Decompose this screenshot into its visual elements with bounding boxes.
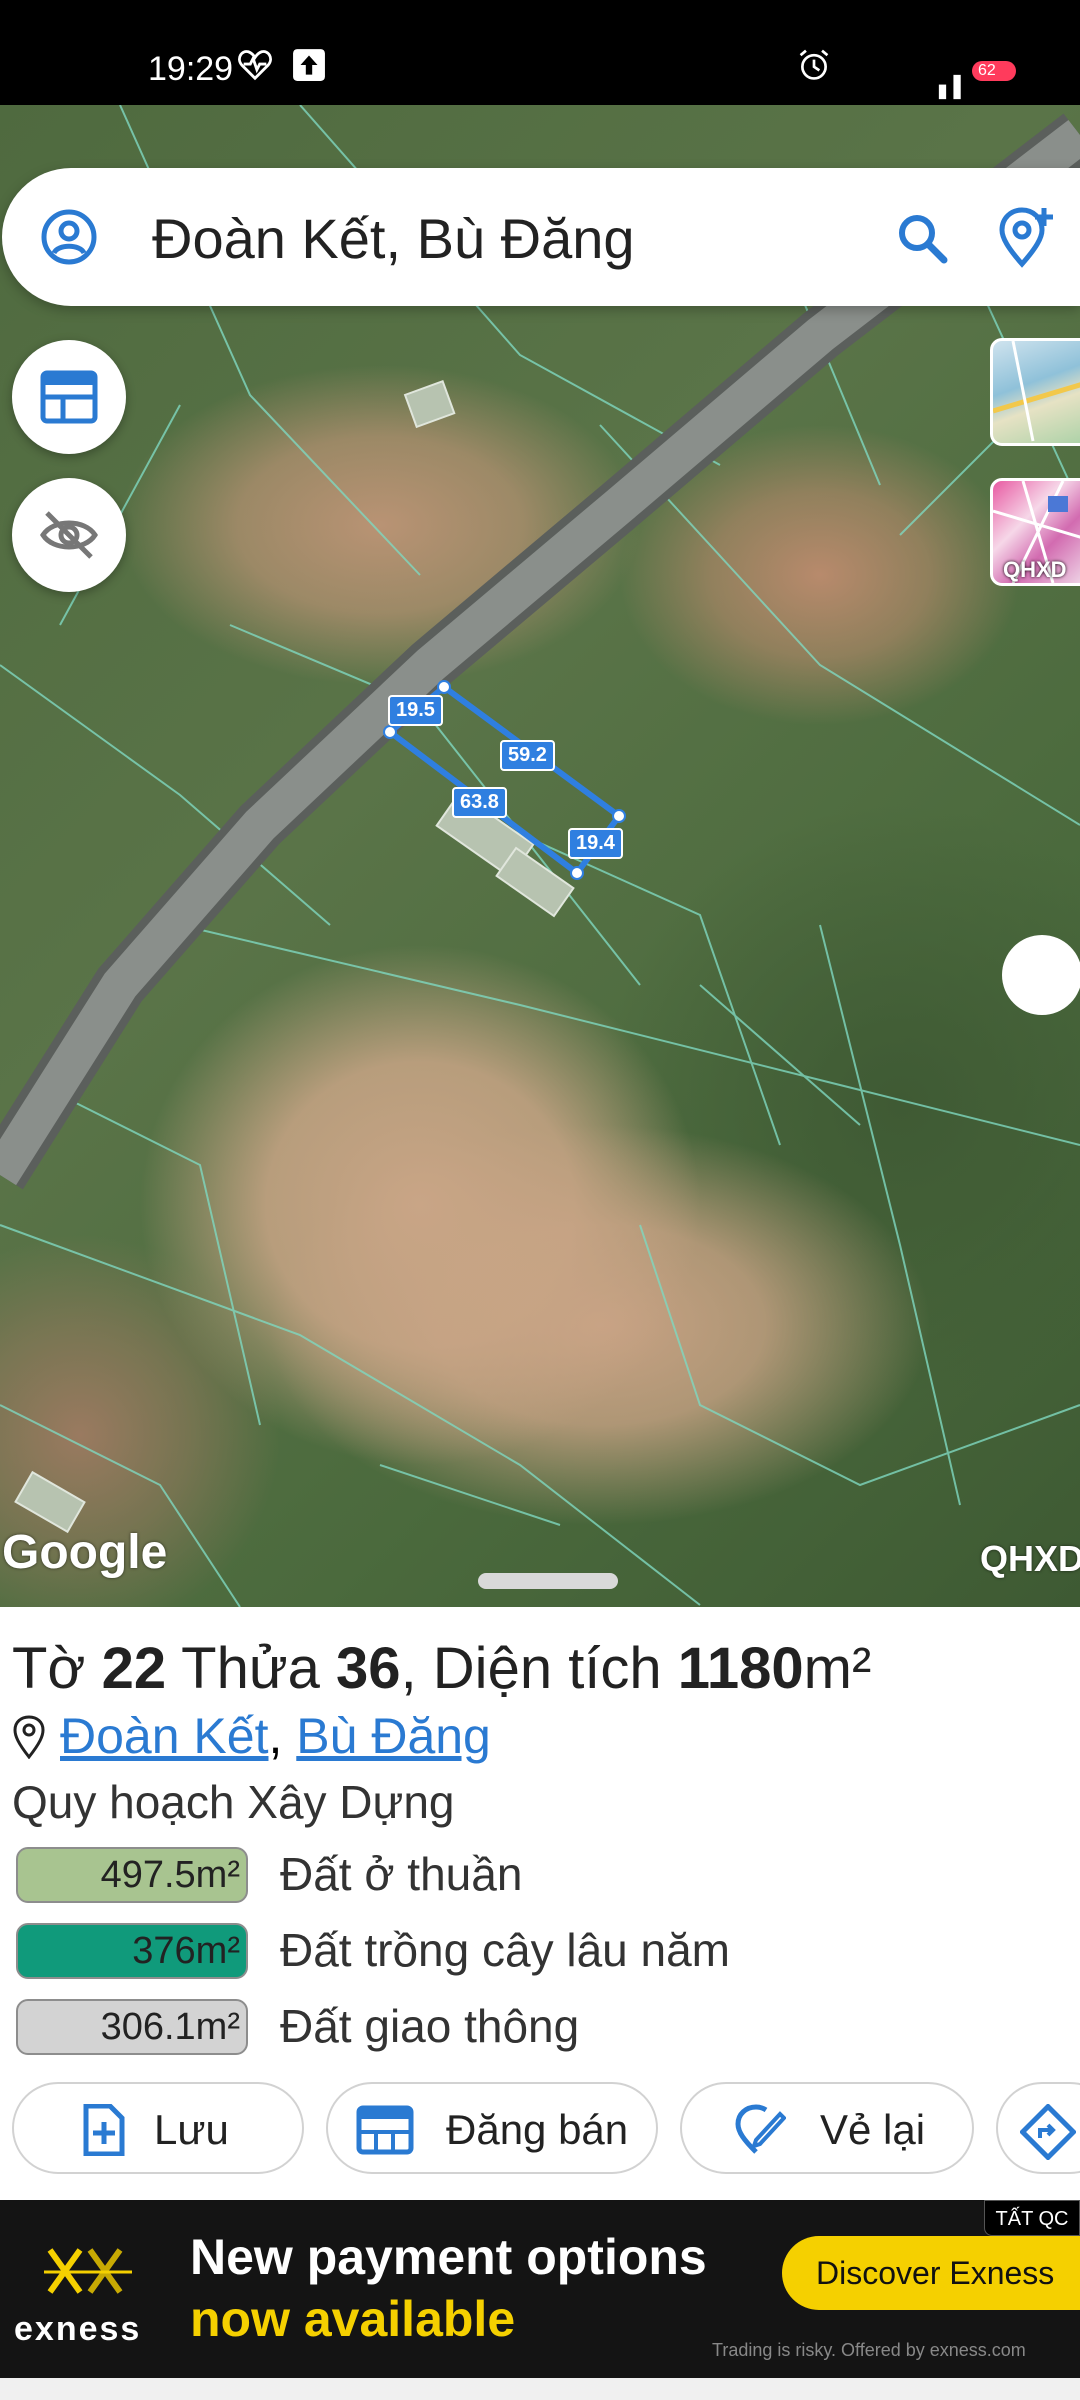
hide-icon [40,511,98,559]
exness-logo-icon [44,2248,132,2294]
zone-area-badge: 376m² [16,1923,248,1979]
plot-prefix: Thửa [166,1636,337,1701]
sell-button[interactable]: Đăng bán [326,2082,658,2174]
commune-link[interactable]: Đoàn Kết [60,1708,268,1764]
google-logo: Google [2,1526,168,1579]
battery-level: 62 [978,62,996,79]
clock: 19:29 [148,50,234,88]
ad-cta-button[interactable]: Discover Exness [782,2236,1080,2310]
signal-icon [938,74,961,100]
area-unit: m² [803,1636,872,1701]
layer-label: QHXD [980,1538,1080,1579]
battery-icon: 62 [972,61,1016,81]
search-location-title[interactable]: Đoàn Kết, Bù Đăng [152,206,635,271]
directions-icon [1020,2104,1076,2160]
district-link[interactable]: Bù Đăng [296,1708,491,1764]
planning-table-button[interactable] [12,340,126,454]
ad-brand: exness [14,2310,142,2348]
save-label: Lưu [154,2106,229,2153]
sheet-number: 22 [101,1636,167,1701]
ad-disclaimer: Trading is risky. Offered by exness.com [712,2340,1026,2360]
satellite-layer-thumb[interactable] [990,338,1080,446]
status-bar: 19:29 62 [0,0,1080,105]
area-prefix: , Diện tích [400,1636,678,1701]
parcel-title: Tờ 22 Thửa 36, Diện tích 1180m² [12,1635,871,1702]
plot-number: 36 [336,1636,401,1701]
zone-name: Đất giao thông [280,2000,580,2052]
zone-name: Đất ở thuần [280,1848,523,1900]
navigation-bar [0,2378,1080,2400]
close-all-ads-button[interactable]: TẤT QC [984,2200,1080,2236]
heart-rate-icon [238,50,272,81]
zone-name: Đất trồng cây lâu năm [280,1924,731,1976]
directions-button[interactable] [996,2082,1080,2174]
location-add-icon[interactable] [998,206,1056,268]
ad-subheadline: now available [190,2291,516,2347]
address-separator: , [268,1708,297,1764]
parcel-address: Đoàn Kết, Bù Đăng [12,1707,491,1765]
zone-area-badge: 306.1m² [16,1999,248,2055]
hide-layer-button[interactable] [12,478,126,592]
planning-table-icon [40,370,98,424]
edge-label: 19.4 [568,828,623,859]
sell-label: Đăng bán [446,2106,629,2153]
redraw-label: Vẻ lại [820,2106,926,2153]
upload-icon [293,49,325,81]
edge-label: 59.2 [500,740,555,771]
calendar-icon [356,2105,414,2155]
qhxd-thumb-label: QHXD [1003,557,1067,582]
save-button[interactable]: Lưu [12,2082,304,2174]
parcel-info-panel: Tờ 22 Thửa 36, Diện tích 1180m² Đoàn Kết… [0,1607,1080,2200]
map-layer-icon [993,341,1080,442]
alarm-icon [799,49,829,80]
ad-headline: New payment options [190,2229,707,2285]
area-value: 1180 [677,1636,804,1701]
parcel-boundaries [0,105,1080,1607]
edit-location-icon [735,2104,786,2154]
location-pin-icon [13,1715,45,1760]
redraw-button[interactable]: Vẻ lại [680,2082,974,2174]
search-bar[interactable]: Đoàn Kết, Bù Đăng [2,168,1080,306]
search-icon[interactable] [896,212,948,264]
edge-label: 63.8 [452,787,507,818]
account-icon[interactable] [40,208,98,266]
sheet-drag-handle[interactable] [478,1573,618,1589]
planning-label: Quy hoạch Xây Dựng [12,1776,455,1828]
qhxd-layer-thumb[interactable]: QHXD [990,478,1080,586]
edge-label: 19.5 [388,695,443,726]
side-handle[interactable] [1002,935,1080,1015]
ad-banner[interactable]: exness New payment options now available… [0,2200,1080,2378]
sheet-prefix: Tờ [12,1636,102,1701]
add-document-icon [83,2104,125,2156]
zone-area-badge: 497.5m² [16,1847,248,1903]
map-overlay [0,105,1080,1607]
satellite-map[interactable]: 19.5 59.2 63.8 19.4 [0,105,1080,1607]
